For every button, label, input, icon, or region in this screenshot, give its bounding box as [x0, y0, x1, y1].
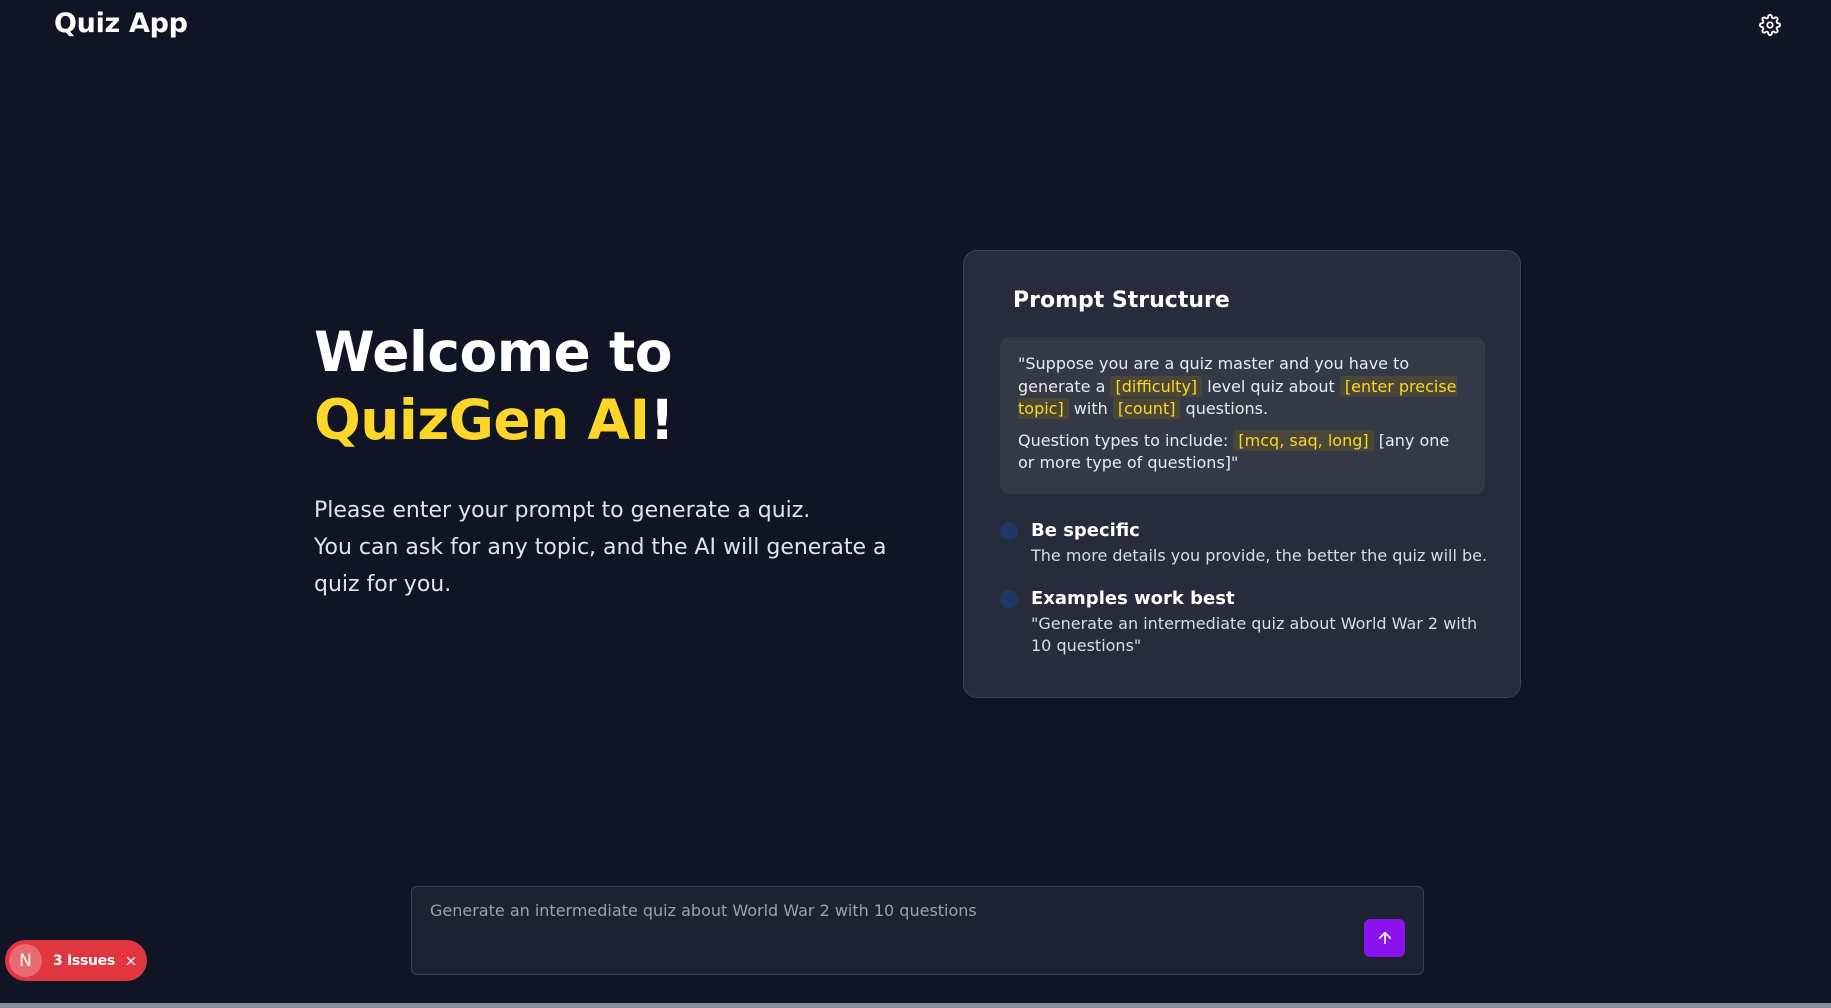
placeholder-difficulty: [difficulty]: [1110, 375, 1203, 397]
app-title: Quiz App: [54, 8, 188, 39]
prompt-template-line-2: Question types to include: [mcq, saq, lo…: [1018, 429, 1467, 475]
settings-button[interactable]: [1757, 12, 1783, 38]
quiz-app: Quiz App Welcome to QuizGen AI! Please e…: [0, 0, 1831, 1008]
arrow-up-icon: [1378, 931, 1391, 945]
prompt-input[interactable]: [430, 901, 1330, 961]
prompt-structure-card: Prompt Structure "Suppose you are a quiz…: [963, 250, 1521, 698]
tip-title: Be specific: [1031, 520, 1140, 541]
brand-name: QuizGen AI: [314, 388, 650, 452]
welcome-heading: Welcome to: [314, 320, 673, 384]
tip-description: The more details you provide, the better…: [1031, 546, 1488, 565]
tip-examples: Examples work best "Generate an intermed…: [1000, 587, 1490, 657]
issues-badge[interactable]: N 3 Issues: [5, 940, 147, 981]
issues-count: 3 Issues: [53, 952, 115, 969]
placeholder-question-types: [mcq, saq, long]: [1233, 429, 1374, 451]
description-line-1: Please enter your prompt to generate a q…: [314, 498, 811, 523]
placeholder-count: [count]: [1112, 398, 1181, 419]
close-icon[interactable]: [124, 954, 138, 968]
tip-be-specific: Be specific The more details you provide…: [1000, 519, 1490, 567]
card-title: Prompt Structure: [1013, 288, 1230, 313]
gear-icon: [1759, 14, 1781, 36]
prompt-text: questions.: [1180, 399, 1269, 418]
welcome-section: Welcome to QuizGen AI! Please enter your…: [314, 318, 914, 603]
prompt-input-container: [411, 886, 1424, 975]
description-line-2: You can ask for any topic, and the AI wi…: [314, 535, 887, 597]
tip-bullet: [1000, 522, 1018, 540]
prompt-text: Question types to include:: [1018, 430, 1234, 450]
tip-description: "Generate an intermediate quiz about Wor…: [1031, 614, 1478, 655]
window-bottom-edge: [0, 1003, 1831, 1008]
welcome-brand-heading: QuizGen AI!: [314, 386, 914, 454]
prompt-template-line-1: "Suppose you are a quiz master and you h…: [1018, 353, 1467, 421]
brand-exclamation: !: [649, 388, 675, 452]
nextjs-logo-icon: N: [9, 944, 42, 977]
send-button[interactable]: [1364, 919, 1405, 957]
prompt-text: level quiz about: [1202, 376, 1340, 396]
prompt-template: "Suppose you are a quiz master and you h…: [1000, 337, 1485, 494]
prompt-text: with: [1068, 399, 1113, 418]
tip-bullet: [1000, 590, 1018, 608]
welcome-description: Please enter your prompt to generate a q…: [314, 492, 894, 603]
tip-title: Examples work best: [1031, 588, 1235, 609]
